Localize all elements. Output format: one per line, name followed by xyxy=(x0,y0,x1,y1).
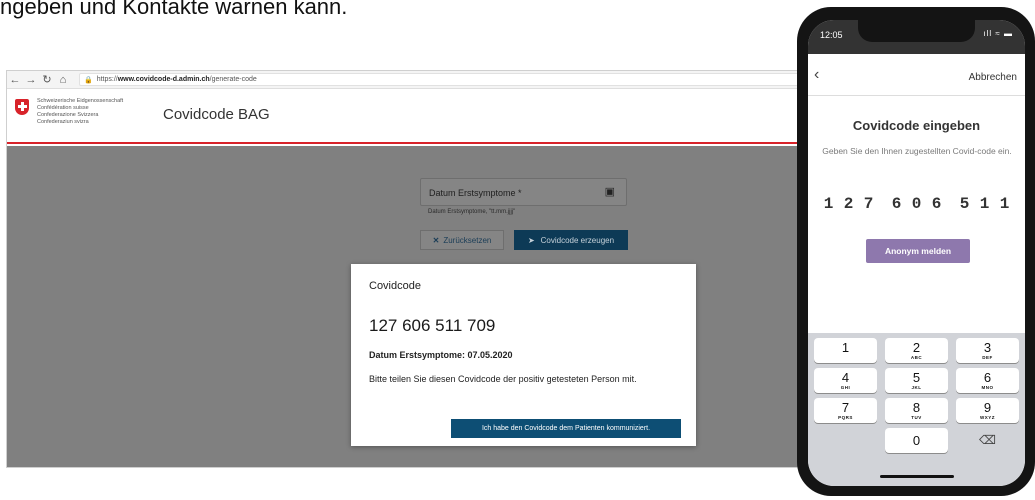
key-number: 1 xyxy=(841,340,850,355)
key-4[interactable]: 4 GHI xyxy=(814,368,877,393)
back-chevron-icon[interactable]: ‹ xyxy=(814,66,819,84)
url-prefix: https:// xyxy=(96,76,118,83)
key-number: 5 xyxy=(912,370,921,385)
key-6[interactable]: 6 MNO xyxy=(956,368,1019,393)
key-letters: TUV xyxy=(911,415,922,420)
key-number: 4 xyxy=(841,370,850,385)
code-digit: 1 xyxy=(823,195,834,213)
code-digit: 6 xyxy=(891,195,902,213)
home-icon[interactable]: ⌂ xyxy=(55,74,71,86)
reset-button[interactable]: ✕ Zurücksetzen xyxy=(420,230,504,250)
date-field-label: Datum Erstsymptome * xyxy=(429,188,522,198)
reload-icon[interactable]: ↻ xyxy=(39,73,55,86)
key-number: 9 xyxy=(983,400,992,415)
code-digit: 2 xyxy=(843,195,854,213)
key-letters: MNO xyxy=(981,385,994,390)
key-letters: WXYZ xyxy=(980,415,995,420)
key-letters: DEF xyxy=(982,355,993,360)
screen-title: Covidcode eingeben xyxy=(852,118,981,133)
home-indicator[interactable] xyxy=(880,475,954,478)
browser-toolbar: ← → ↻ ⌂ 🔒 https://www.covidcode-d.admin.… xyxy=(7,71,805,89)
dialog-title: Covidcode xyxy=(369,280,421,292)
notch xyxy=(858,20,975,42)
backspace-icon[interactable]: ⌫ xyxy=(956,428,1019,453)
lock-icon: 🔒 xyxy=(84,76,93,84)
confed-rm: Confederaziun svizra xyxy=(37,119,89,125)
code-digit: 7 xyxy=(863,195,874,213)
code-digit: 1 xyxy=(979,195,990,213)
covidcode-dialog: Covidcode 127 606 511 709 Datum Erstsymp… xyxy=(351,264,696,446)
date-first-symptoms-field[interactable]: Datum Erstsymptome * ▣ xyxy=(420,178,627,206)
symptom-date: Datum Erstsymptome: 07.05.2020 xyxy=(369,350,513,360)
key-2[interactable]: 2 ABC xyxy=(885,338,948,363)
code-digit: 1 xyxy=(999,195,1010,213)
key-3[interactable]: 3 DEF xyxy=(956,338,1019,363)
code-input[interactable]: 1 2 7 6 0 6 5 1 1 7 0 9 xyxy=(822,195,1025,215)
key-number: 0 xyxy=(912,433,921,448)
forward-arrow-icon[interactable]: → xyxy=(23,74,39,86)
site-header: Schweizerische Eidgenossenschaft Confédé… xyxy=(7,89,805,144)
key-9[interactable]: 9 WXYZ xyxy=(956,398,1019,423)
report-anonymously-button[interactable]: Anonym melden xyxy=(866,239,970,263)
signal-wifi-battery-icon: ıll ≈ ▬ xyxy=(983,29,1013,38)
key-number: 2 xyxy=(912,340,921,355)
confed-de: Schweizerische Eidgenossenschaft xyxy=(37,98,124,104)
key-letters: JKL xyxy=(911,385,922,390)
key-1[interactable]: 1 xyxy=(814,338,877,363)
confederation-logo-text: Schweizerische Eidgenossenschaft Confédé… xyxy=(37,98,123,126)
cancel-button[interactable]: Abbrechen xyxy=(969,72,1017,83)
send-icon: ➤ xyxy=(527,235,535,245)
url-host: www.covidcode-d.admin.ch xyxy=(117,76,210,83)
key-number: 7 xyxy=(841,400,850,415)
key-5[interactable]: 5 JKL xyxy=(885,368,948,393)
calendar-icon[interactable]: ▣ xyxy=(605,185,615,198)
key-8[interactable]: 8 TUV xyxy=(885,398,948,423)
screen-subtitle: Geben Sie den Ihnen zugestellten Covid-c… xyxy=(822,146,1012,156)
phone-nav-bar: ‹ Abbrechen xyxy=(808,62,1025,96)
date-hint: Datum Erstsymptome, "tt.mm.jjjj" xyxy=(428,209,516,215)
close-icon: ✕ xyxy=(432,235,440,245)
key-letters: ABC xyxy=(910,355,923,360)
key-0[interactable]: 0 xyxy=(885,428,948,453)
confirm-communicated-button[interactable]: Ich habe den Covidcode dem Patienten kom… xyxy=(451,419,681,438)
confed-it: Confederazione Svizzera xyxy=(37,112,99,118)
key-number: 6 xyxy=(983,370,992,385)
phone-screen: 12:05 ıll ≈ ▬ ‹ Abbrechen Covidcode eing… xyxy=(808,20,1025,486)
key-letters: PQRS xyxy=(838,415,853,420)
generate-code-button[interactable]: ➤ Covidcode erzeugen xyxy=(514,230,628,250)
code-digit: 0 xyxy=(911,195,922,213)
back-arrow-icon[interactable]: ← xyxy=(7,74,23,86)
code-digit: 6 xyxy=(931,195,942,213)
page-title: Covidcode BAG xyxy=(163,106,270,123)
confed-fr: Confédération suisse xyxy=(37,105,89,111)
browser-window: ← → ↻ ⌂ 🔒 https://www.covidcode-d.admin.… xyxy=(6,70,806,468)
status-time: 12:05 xyxy=(820,30,843,40)
caption-text: ngeben und Kontakte warnen kann. xyxy=(0,0,348,19)
key-number: 8 xyxy=(912,400,921,415)
key-number: 3 xyxy=(983,340,992,355)
reset-label: Zurücksetzen xyxy=(443,235,492,245)
covidcode-value: 127 606 511 709 xyxy=(369,316,496,335)
dialog-message: Bitte teilen Sie diesen Covidcode der po… xyxy=(369,374,637,384)
code-digit: 5 xyxy=(959,195,970,213)
numeric-keypad: 1 2 ABC 3 DEF 4 GHI 5 JKL 6 MNO 7 PQRS 8 TUV 9W… xyxy=(808,333,1025,486)
address-bar[interactable]: 🔒 https://www.covidcode-d.admin.ch/gener… xyxy=(79,73,805,86)
swiss-cross-icon xyxy=(15,99,29,115)
phone-frame: 12:05 ıll ≈ ▬ ‹ Abbrechen Covidcode eing… xyxy=(797,7,1035,496)
generate-label: Covidcode erzeugen xyxy=(540,235,615,245)
url-path: /generate-code xyxy=(209,76,257,83)
key-7[interactable]: 7 PQRS xyxy=(814,398,877,423)
key-letters: GHI xyxy=(840,385,851,390)
